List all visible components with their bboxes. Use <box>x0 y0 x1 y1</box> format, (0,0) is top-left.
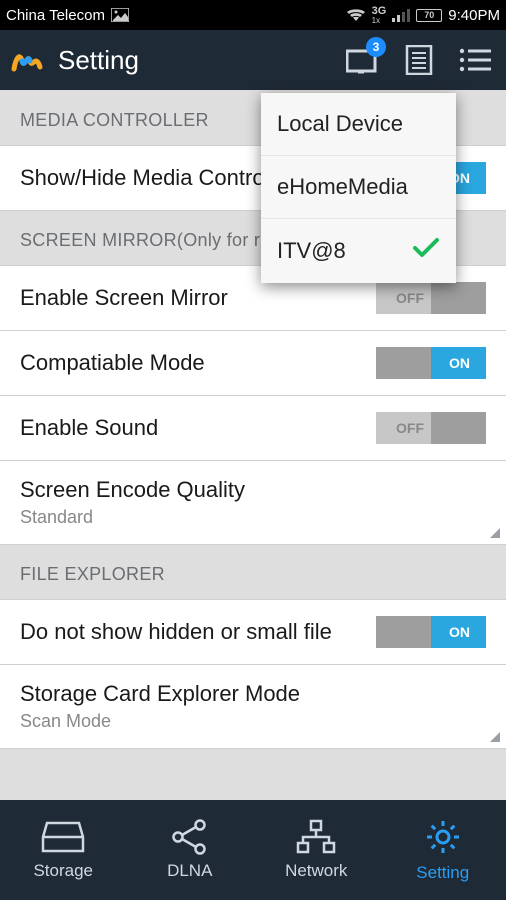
gear-icon <box>423 817 463 857</box>
toggle-hidden-files[interactable]: ON <box>376 616 486 648</box>
battery-icon: 70 <box>416 9 442 22</box>
popup-item-label: Local Device <box>277 111 403 137</box>
row-label: Do not show hidden or small file <box>20 619 376 645</box>
popup-item-ehomemedia[interactable]: eHomeMedia <box>261 156 456 219</box>
checkmark-icon <box>412 237 440 265</box>
cast-badge: 3 <box>366 37 386 57</box>
clock-label: 9:40PM <box>448 7 500 24</box>
nav-label: Setting <box>416 863 469 883</box>
nav-setting[interactable]: Setting <box>380 800 506 900</box>
nav-label: Storage <box>33 861 93 881</box>
network-1x-label: 1x <box>372 17 380 25</box>
popup-item-label: eHomeMedia <box>277 174 408 200</box>
device-popup: Local Device eHomeMedia ITV@8 <box>261 93 456 283</box>
network-3g-label: 3G <box>372 6 387 17</box>
page-title: Setting <box>58 45 139 76</box>
document-icon <box>405 45 433 75</box>
toggle-enable-screen-mirror[interactable]: OFF <box>376 282 486 314</box>
row-hidden-files[interactable]: Do not show hidden or small file ON <box>0 599 506 665</box>
nav-dlna[interactable]: DLNA <box>127 800 254 900</box>
wifi-icon <box>346 8 366 22</box>
row-label: Storage Card Explorer Mode <box>20 681 486 707</box>
row-label: Enable Sound <box>20 415 376 441</box>
document-button[interactable] <box>398 39 440 81</box>
row-storage-mode[interactable]: Storage Card Explorer Mode Scan Mode <box>0 664 506 749</box>
row-sublabel: Standard <box>20 507 486 528</box>
nav-label: Network <box>285 861 347 881</box>
storage-icon <box>41 819 85 855</box>
action-bar: Setting 3 <box>0 30 506 90</box>
popup-item-local-device[interactable]: Local Device <box>261 93 456 156</box>
popup-item-label: ITV@8 <box>277 238 346 264</box>
share-icon <box>170 819 210 855</box>
row-label: Enable Screen Mirror <box>20 285 376 311</box>
signal-icon <box>392 8 410 22</box>
picture-icon <box>111 8 129 22</box>
toggle-compatible-mode[interactable]: ON <box>376 347 486 379</box>
row-label: Compatiable Mode <box>20 350 376 376</box>
list-button[interactable] <box>454 39 496 81</box>
app-logo-icon <box>10 43 44 77</box>
nav-label: DLNA <box>167 861 212 881</box>
row-compatible-mode[interactable]: Compatiable Mode ON <box>0 330 506 396</box>
bottom-nav: Storage DLNA Network <box>0 800 506 900</box>
cast-button[interactable]: 3 <box>342 39 384 81</box>
row-enable-sound[interactable]: Enable Sound OFF <box>0 395 506 461</box>
row-encode-quality[interactable]: Screen Encode Quality Standard <box>0 460 506 545</box>
expand-indicator-icon <box>490 528 500 538</box>
row-sublabel: Scan Mode <box>20 711 486 732</box>
network-icon <box>294 819 338 855</box>
status-bar: China Telecom 3G 1x 70 9:40PM <box>0 0 506 30</box>
section-file-explorer: FILE EXPLORER <box>0 544 506 599</box>
nav-network[interactable]: Network <box>253 800 380 900</box>
row-label: Screen Encode Quality <box>20 477 486 503</box>
nav-storage[interactable]: Storage <box>0 800 127 900</box>
toggle-enable-sound[interactable]: OFF <box>376 412 486 444</box>
list-icon <box>459 48 491 72</box>
popup-item-itv8[interactable]: ITV@8 <box>261 219 456 283</box>
carrier-label: China Telecom <box>6 7 105 24</box>
expand-indicator-icon <box>490 732 500 742</box>
